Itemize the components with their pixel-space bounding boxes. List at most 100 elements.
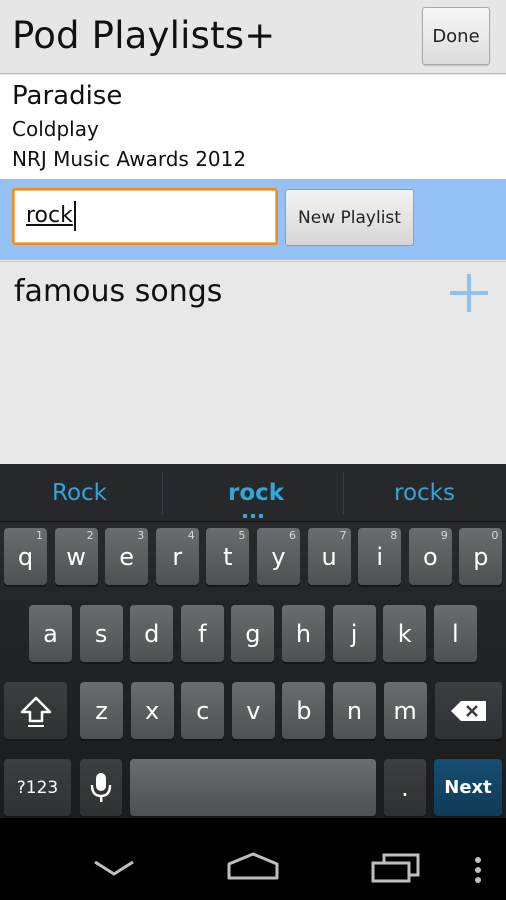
key-y[interactable]: y6 [257,528,300,585]
key-hint-number: 6 [289,529,296,542]
key-hint-number: 7 [339,529,347,542]
next-key[interactable]: Next [434,759,502,816]
voice-input-key[interactable] [80,759,122,816]
key-z[interactable]: z [80,682,123,739]
soft-keyboard: Rock rock rocks ?123 . Next q1w2e3r4t5y6… [0,464,506,818]
add-to-playlist-plus-icon[interactable] [450,274,488,312]
key-label: k [397,619,412,648]
action-bar: Pod Playlists+ Done [0,0,506,74]
key-label: s [94,619,108,648]
microphone-icon [90,772,112,802]
key-label: e [119,542,135,571]
key-a[interactable]: a [29,605,72,662]
key-x[interactable]: x [130,682,174,739]
key-label: g [245,619,261,648]
key-label: y [271,542,286,571]
new-playlist-button[interactable]: New Playlist [285,189,414,246]
key-label: d [144,619,160,648]
key-hint-number: 1 [36,529,43,542]
period-key[interactable]: . [384,759,426,816]
key-hint-number: 8 [390,529,398,542]
back-chevron-down-icon[interactable] [92,858,136,880]
key-u[interactable]: u7 [307,528,351,585]
suggestion-strip: Rock rock rocks [0,464,506,522]
key-label: x [144,696,160,725]
key-v[interactable]: v [231,682,275,739]
song-album: NRJ Music Awards 2012 [12,147,247,171]
key-hint-number: 5 [238,529,246,542]
key-p[interactable]: p0 [459,528,503,585]
key-label: v [246,696,261,725]
key-k[interactable]: k [383,605,427,662]
key-o[interactable]: o9 [408,528,452,585]
suggestion-rock-capitalized[interactable]: Rock [52,480,107,506]
key-t[interactable]: t5 [206,528,250,585]
key-label: n [346,696,363,725]
app-title: Pod Playlists+ [12,14,276,57]
backspace-icon [450,700,486,721]
key-c[interactable]: c [181,682,225,739]
key-i[interactable]: i8 [358,528,402,585]
key-label: c [196,696,210,725]
shift-arrow-icon [20,696,51,727]
key-l[interactable]: l [433,605,477,662]
playlist-item[interactable]: famous songs [0,262,506,326]
playlist-item-name: famous songs [14,274,223,309]
key-label: o [422,542,438,571]
key-hint-number: 0 [491,529,499,542]
new-playlist-row: rock New Playlist [0,179,506,260]
key-label: l [451,619,459,648]
key-s[interactable]: s [79,605,123,662]
suggestion-rock[interactable]: rock [228,480,284,506]
done-button[interactable]: Done [422,7,490,65]
key-e[interactable]: e3 [105,528,149,585]
navigation-bar [0,818,506,900]
key-label: z [95,696,108,725]
key-label: j [350,619,358,648]
key-label: u [321,542,337,571]
key-n[interactable]: n [333,682,376,739]
key-label: b [296,696,312,725]
playlist-name-input[interactable]: rock [12,188,278,245]
key-h[interactable]: h [282,605,325,662]
key-label: p [473,542,489,571]
song-title: Paradise [12,81,123,111]
home-icon[interactable] [226,851,280,881]
shift-key[interactable] [4,682,67,739]
key-hint-number: 3 [137,529,145,542]
backspace-key[interactable] [435,682,502,739]
playlist-list: famous songs [0,261,506,464]
key-hint-number: 2 [86,529,94,542]
key-q[interactable]: q1 [4,528,47,585]
recent-apps-icon[interactable] [370,853,422,883]
text-cursor [74,201,76,231]
key-label: r [172,542,183,571]
key-g[interactable]: g [231,605,275,662]
key-hint-number: 9 [440,529,448,542]
key-label: h [295,619,312,648]
key-f[interactable]: f [180,605,224,662]
song-artist: Coldplay [12,117,99,141]
key-label: t [223,542,233,571]
song-info-panel: Paradise Coldplay NRJ Music Awards 2012 [0,75,506,179]
key-hint-number: 4 [187,529,195,542]
more-suggestions-dots-icon [243,514,263,518]
key-label: a [43,619,58,648]
key-j[interactable]: j [332,605,376,662]
suggestion-divider [162,472,163,514]
symbols-key[interactable]: ?123 [4,759,71,816]
key-d[interactable]: d [130,605,174,662]
key-label: f [198,619,207,648]
suggestion-divider [343,472,344,514]
key-r[interactable]: r4 [155,528,199,585]
playlist-name-value: rock [26,203,73,228]
overflow-menu-icon[interactable] [472,856,484,884]
key-label: m [393,696,417,725]
key-w[interactable]: w2 [54,528,98,585]
key-m[interactable]: m [383,682,427,739]
key-b[interactable]: b [282,682,326,739]
suggestion-rocks[interactable]: rocks [394,480,455,506]
space-key[interactable] [130,759,376,816]
key-label: i [376,542,384,571]
key-label: q [17,542,34,571]
